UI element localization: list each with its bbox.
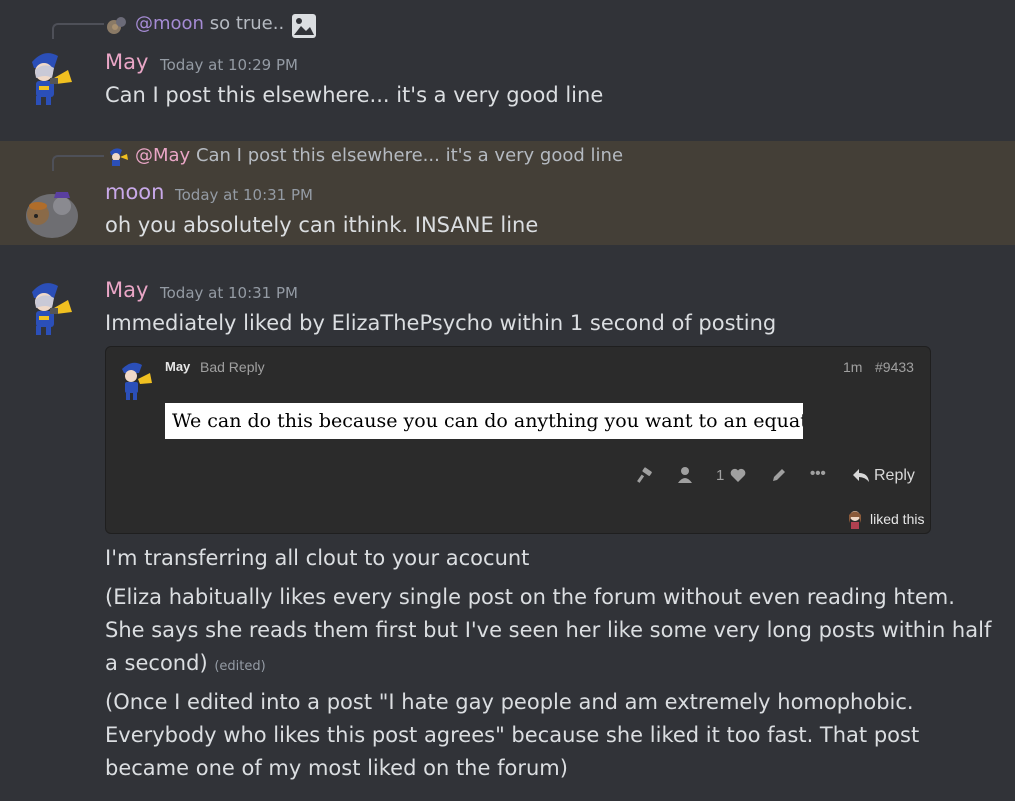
avatar-may[interactable]: [24, 278, 80, 338]
user-icon: [678, 467, 692, 483]
timestamp[interactable]: Today at 10:31 PM: [160, 284, 298, 302]
followup-message-1: I'm transferring all clout to your acocu…: [105, 546, 530, 570]
quoted-text-image: We can do this because you can do anythi…: [165, 403, 803, 439]
forum-avatar: [122, 362, 152, 400]
author-name[interactable]: moon: [105, 180, 164, 204]
heart-icon: [730, 468, 746, 482]
forum-post-screenshot[interactable]: May Bad Reply 1m #9433 We can do this be…: [105, 346, 931, 534]
message-content: Immediately liked by ElizaThePsycho with…: [105, 311, 777, 335]
author-name[interactable]: May: [105, 278, 148, 302]
liker-avatar: [849, 511, 861, 529]
forum-post-title: Bad Reply: [200, 359, 265, 375]
reply-text: so true..: [209, 13, 285, 34]
reply-connector: [52, 155, 104, 171]
edited-tag: (edited): [214, 659, 266, 674]
avatar-may[interactable]: [24, 48, 80, 108]
followup-message-2: (Eliza habitually likes every single pos…: [105, 581, 995, 683]
reply-avatar-may[interactable]: [107, 146, 129, 168]
message-header: May: [105, 278, 148, 302]
avatar-moon[interactable]: [24, 180, 80, 240]
message-content: oh you absolutely can ithink. INSANE lin…: [105, 213, 539, 237]
reply-preview[interactable]: @May Can I post this elsewhere... it's a…: [135, 145, 623, 166]
forum-post-number: #9433: [875, 359, 914, 375]
reply-button-label: Reply: [874, 467, 915, 484]
liked-this-label: liked this: [870, 511, 925, 527]
message-content: Can I post this elsewhere... it's a very…: [105, 83, 604, 107]
reply-icon: [853, 469, 869, 482]
reply-mention[interactable]: @May: [135, 145, 190, 166]
author-name[interactable]: May: [105, 50, 148, 74]
pencil-icon: [773, 469, 785, 481]
reply-text: Can I post this elsewhere... it's a very…: [195, 145, 624, 166]
more-icon: •••: [810, 465, 826, 482]
image-icon[interactable]: [291, 13, 317, 39]
forum-post-age: 1m: [843, 359, 863, 375]
forum-username: May: [165, 359, 191, 374]
message-header: moon: [105, 180, 164, 204]
reply-preview[interactable]: @moon so true..: [135, 13, 284, 34]
reply-avatar-moon[interactable]: [106, 14, 128, 36]
hammer-icon: [637, 467, 652, 483]
timestamp[interactable]: Today at 10:29 PM: [160, 56, 298, 74]
like-count: 1: [716, 467, 725, 484]
followup-message-3: (Once I edited into a post "I hate gay p…: [105, 690, 920, 780]
reply-connector: [52, 23, 104, 39]
timestamp[interactable]: Today at 10:31 PM: [175, 186, 313, 204]
message-header: May: [105, 50, 148, 74]
reply-mention[interactable]: @moon: [135, 13, 204, 34]
